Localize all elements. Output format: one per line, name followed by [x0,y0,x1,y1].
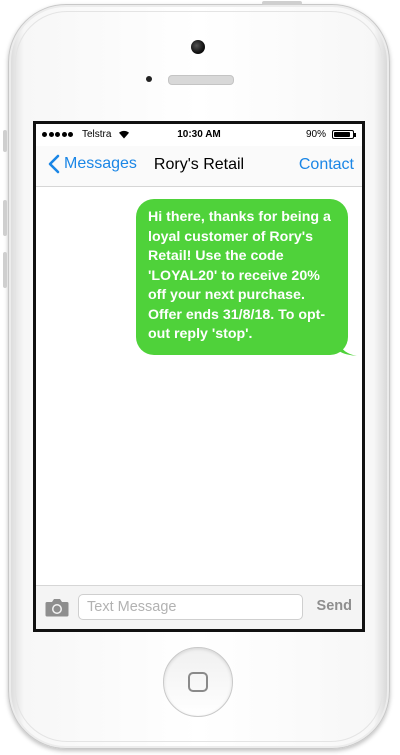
home-button[interactable] [163,647,233,717]
battery-percent: 90% [305,129,326,140]
back-button-label: Messages [64,155,137,172]
volume-up-button[interactable] [3,200,7,236]
camera-icon[interactable] [45,598,69,617]
status-bar: Telstra 10:30 AM 90% [36,124,362,146]
message-text: Hi there, thanks for being a loyal custo… [148,209,331,342]
message-composer: Send [36,585,362,629]
home-square-icon [188,672,208,692]
front-camera [191,40,205,54]
earpiece-speaker [168,75,234,85]
volume-down-button[interactable] [3,252,7,288]
chevron-left-icon [48,154,60,174]
bubble-tail [339,341,357,356]
message-input[interactable] [78,594,303,620]
proximity-sensor [146,76,152,82]
send-button[interactable]: Send [317,598,352,614]
battery-icon [332,130,356,139]
back-button[interactable]: Messages [48,154,137,174]
mute-switch[interactable] [3,130,7,152]
navigation-bar: Messages Rory's Retail Contact [36,146,362,187]
screen: Telstra 10:30 AM 90% Messages Rory's Ret… [33,121,365,632]
contact-button[interactable]: Contact [299,156,354,174]
battery-fill [334,132,351,137]
sent-message-bubble: Hi there, thanks for being a loyal custo… [136,199,357,356]
power-button[interactable] [262,1,302,5]
